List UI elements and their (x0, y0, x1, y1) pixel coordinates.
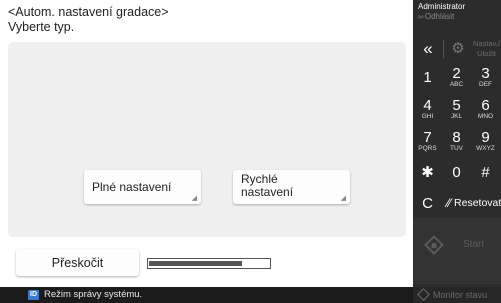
key-3[interactable]: 3 DEF (471, 62, 500, 92)
options-panel: Plné nastavení ◢ Rychlé nastavení ◢ (8, 42, 406, 237)
quick-setting-label: Rychlé nastavení (241, 173, 293, 199)
key-hash[interactable]: # (471, 157, 500, 187)
key-letters: WXYZ (476, 144, 495, 152)
id-badge-icon: ID (28, 290, 39, 300)
key-label: 4 (423, 96, 432, 114)
key-7[interactable]: 7 PQRS (413, 126, 442, 156)
key-2[interactable]: 2 ABC (442, 62, 471, 92)
status-monitor-label: Monitor stavu (433, 290, 488, 300)
skip-button[interactable]: Přeskočit (16, 249, 139, 276)
page-title: <Autom. nastavení gradace> (8, 5, 169, 19)
key-label: 9 (481, 128, 490, 146)
key-letters: PQRS (418, 144, 437, 152)
side-top-bar: « ⚙ Nastav./ Uložit (413, 36, 501, 62)
key-label: 7 (423, 128, 432, 146)
corner-arrow-icon: ◢ (191, 195, 197, 202)
key-letters: TUV (450, 144, 463, 152)
settings-register-line1: Nastav./ (473, 39, 500, 48)
status-monitor-button[interactable]: Monitor stavu (413, 287, 501, 303)
full-setting-button[interactable]: Plné nastavení ◢ (84, 170, 201, 204)
key-0[interactable]: 0 (442, 157, 471, 187)
logout-label: Odhlásit (424, 12, 455, 21)
settings-register-button[interactable]: Nastav./ Uložit (473, 39, 500, 59)
key-label: 0 (452, 163, 461, 181)
full-setting-label: Plné nastavení (92, 179, 172, 194)
divider (443, 40, 444, 58)
reset-icon: ⁄⁄ (447, 196, 452, 210)
logout-link[interactable]: ⇰Odhlásit (418, 12, 454, 22)
key-4[interactable]: 4 GHI (413, 94, 442, 124)
status-monitor-icon (417, 288, 430, 301)
key-label: 2 (452, 64, 461, 82)
asterisk-icon: ✱ (421, 163, 434, 181)
key-letters: JKL (450, 112, 463, 120)
clear-label: C (422, 194, 433, 212)
start-button[interactable]: Start (413, 218, 501, 284)
status-bar: ID Režim správy systému. (0, 287, 413, 303)
key-8[interactable]: 8 TUV (442, 126, 471, 156)
key-9[interactable]: 9 WXYZ (471, 126, 500, 156)
key-6[interactable]: 6 MNO (471, 94, 500, 124)
hash-icon: # (481, 163, 490, 181)
key-asterisk[interactable]: ✱ (413, 157, 442, 187)
logout-icon: ⇰ (418, 14, 424, 21)
page-subtitle: Vyberte typ. (8, 20, 75, 34)
key-letters: GHI (421, 112, 434, 120)
settings-register-line2: Uložit (477, 49, 496, 58)
side-panel: Administrator ⇰Odhlásit « ⚙ Nastav./ Ulo… (413, 0, 501, 303)
clear-button[interactable]: C (413, 188, 442, 218)
main-screen: <Autom. nastavení gradace> Vyberte typ. … (0, 0, 413, 287)
status-text: Režim správy systému. (44, 289, 143, 300)
user-name: Administrator (418, 2, 466, 11)
collapse-panel-button[interactable]: « (415, 36, 441, 62)
key-5[interactable]: 5 JKL (442, 94, 471, 124)
gear-icon: ⚙ (451, 40, 465, 57)
reset-button[interactable]: ⁄⁄ Resetovat (442, 188, 501, 218)
start-diamond-icon (424, 235, 444, 255)
progress-fill (149, 261, 243, 266)
corner-arrow-icon: ◢ (340, 195, 346, 202)
key-letters: ABC (449, 80, 464, 88)
key-label: 3 (481, 64, 490, 82)
progress-bar (147, 258, 271, 269)
key-letters: MNO (477, 112, 494, 120)
key-1[interactable]: 1 (413, 62, 442, 92)
key-label: 5 (452, 96, 461, 114)
key-label: 1 (423, 68, 432, 86)
quick-setting-label-line2: nastavení (241, 185, 294, 199)
start-label: Start (463, 239, 485, 250)
key-label: 6 (481, 96, 490, 114)
quick-setting-button[interactable]: Rychlé nastavení ◢ (233, 170, 350, 204)
key-label: 8 (452, 128, 461, 146)
key-letters: DEF (479, 80, 492, 88)
reset-label: Resetovat (454, 197, 501, 209)
quick-setting-label-line1: Rychlé (241, 172, 278, 186)
